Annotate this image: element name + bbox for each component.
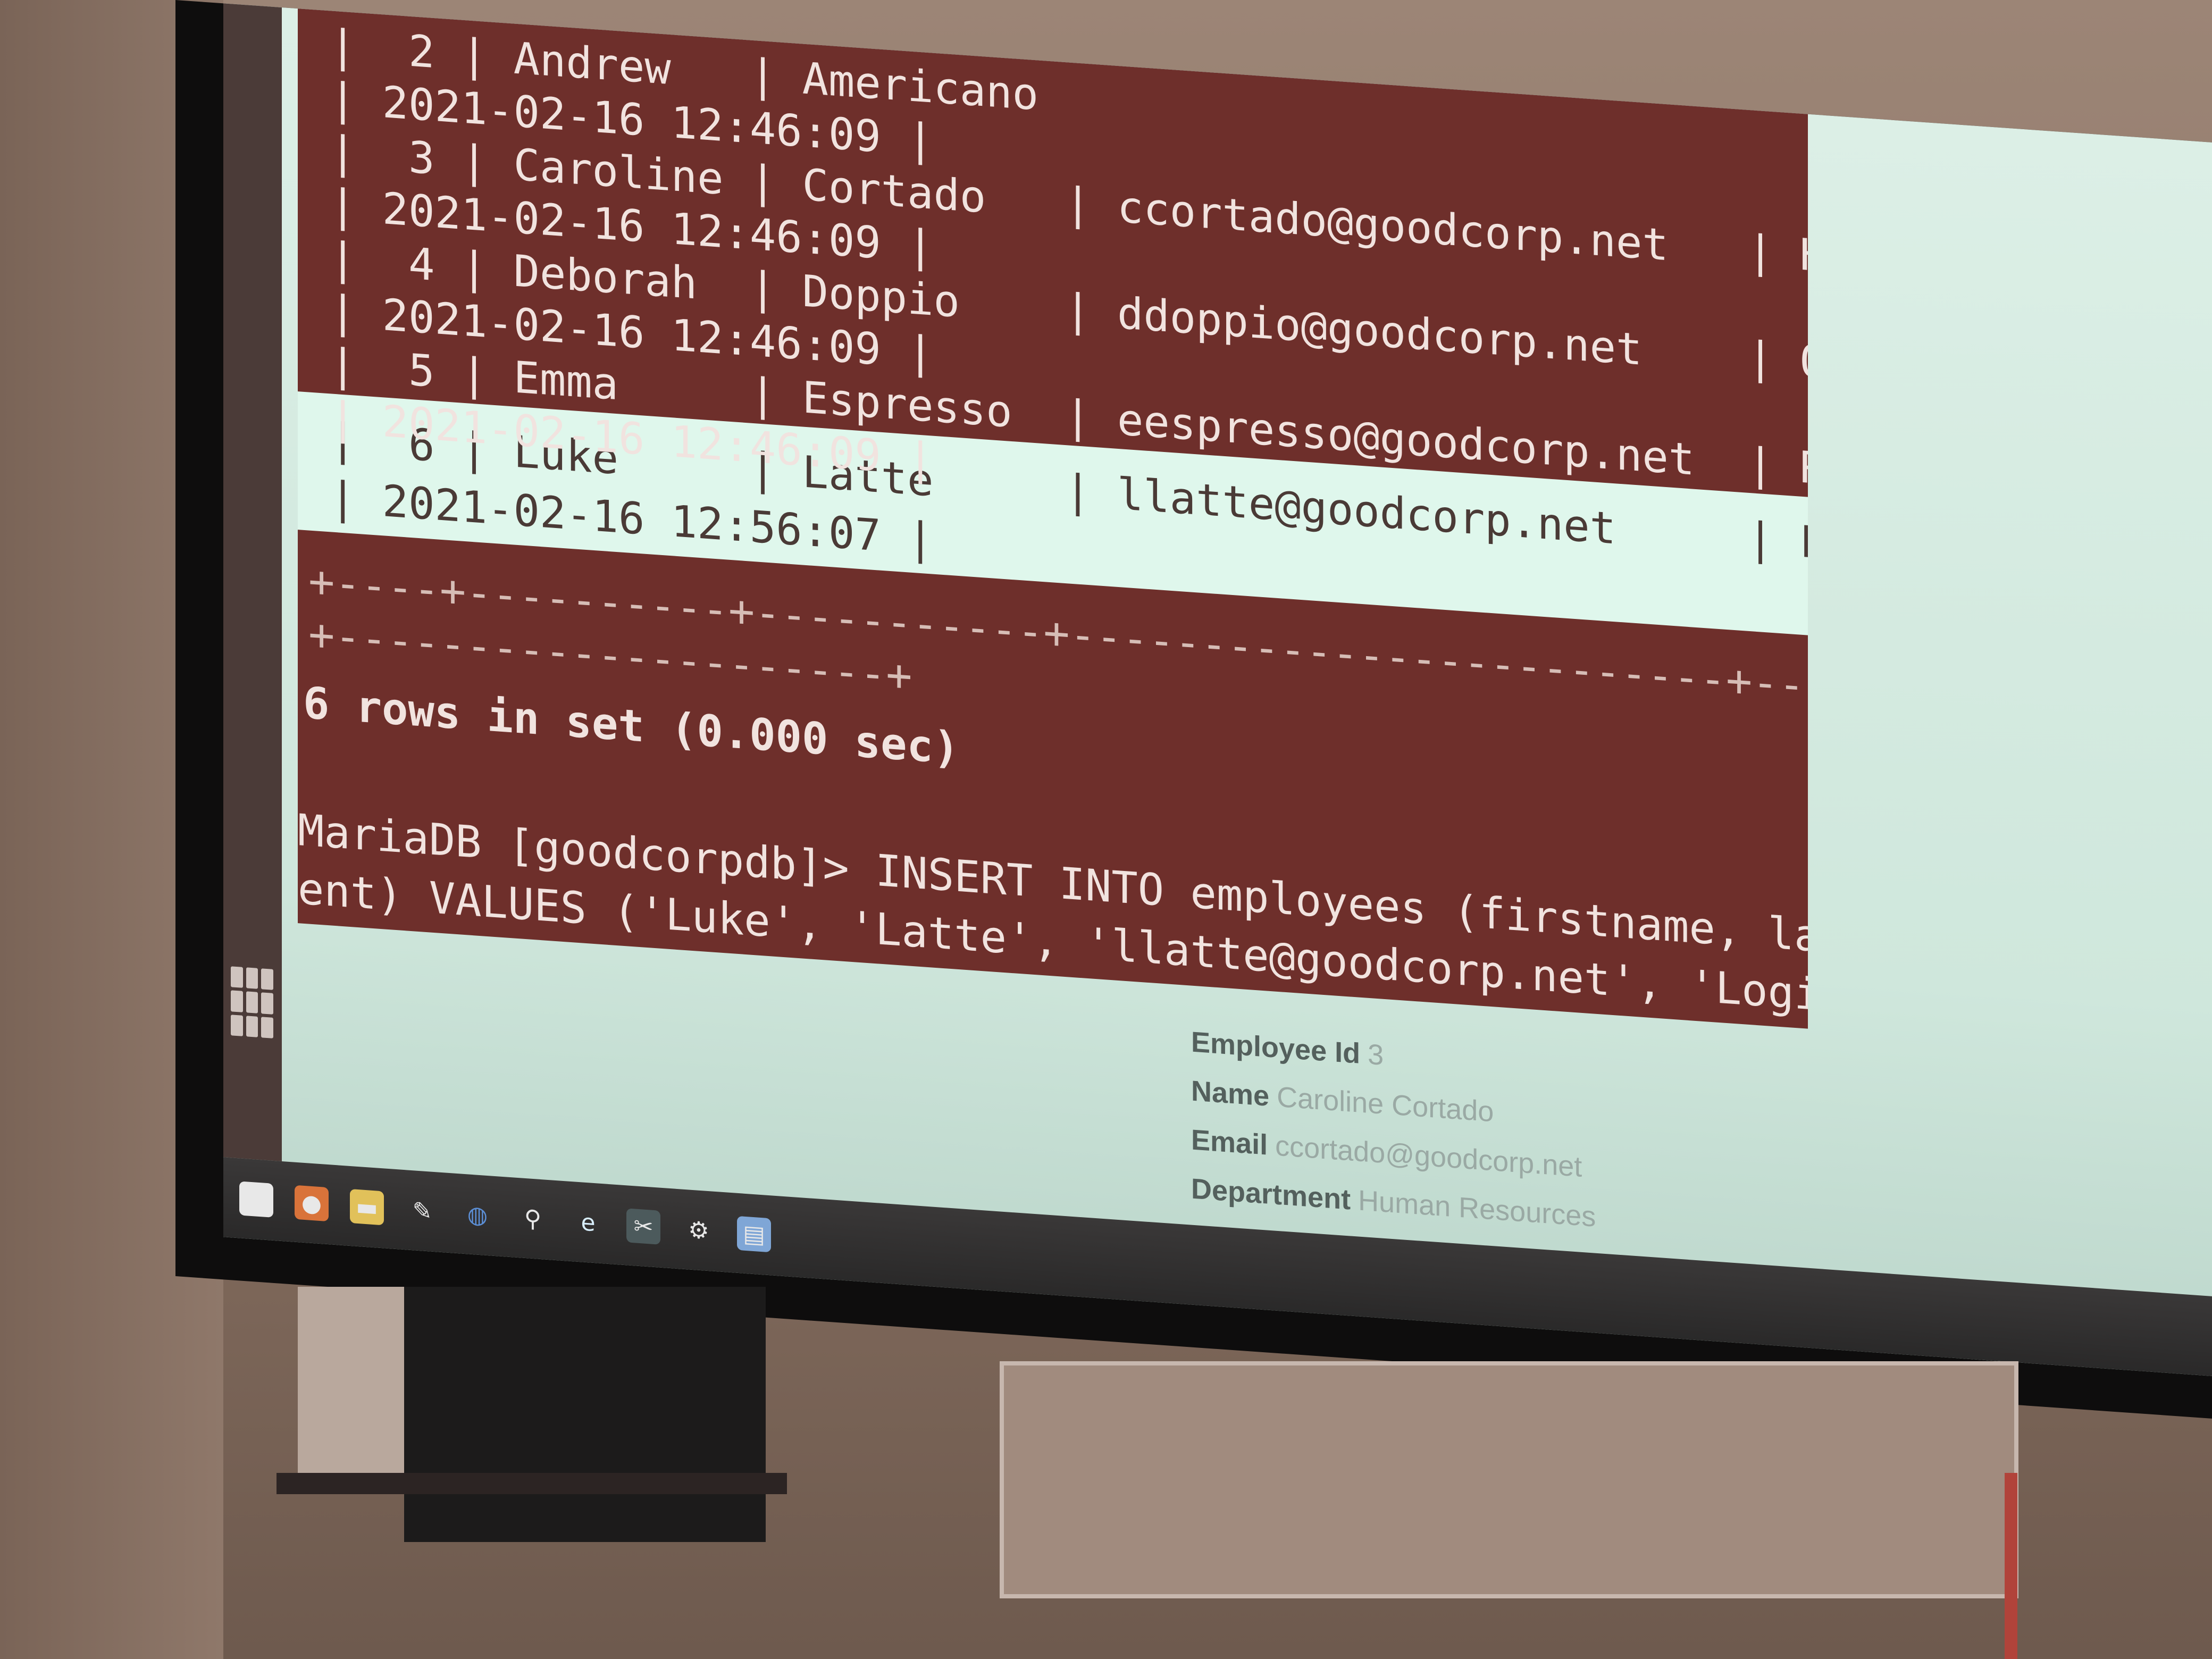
projector-screen: | 2 | Andrew | Americano | 2021-02-16 12… (175, 0, 2212, 1419)
desktop: | 2 | Andrew | Americano | 2021-02-16 12… (223, 3, 2212, 1376)
employee-dept-label: Department (1191, 1172, 1351, 1216)
employee-dept-value: Human Resources (1358, 1184, 1596, 1233)
employee-id-label: Employee Id (1191, 1026, 1361, 1070)
employee-name-label: Name (1191, 1075, 1270, 1112)
edge-icon[interactable]: e (571, 1204, 605, 1241)
employee-name-value: Caroline Cortado (1277, 1080, 1494, 1128)
terminal-window[interactable]: | 2 | Andrew | Americano | 2021-02-16 12… (298, 9, 1808, 1029)
stand-base (276, 1473, 787, 1494)
employee-details: Employee Id 3 Name Caroline Cortado Email c… (1191, 1018, 1596, 1242)
start-icon[interactable] (239, 1181, 273, 1218)
pin-icon[interactable]: ⚲ (516, 1201, 550, 1237)
globe-icon[interactable]: ◍ (460, 1196, 495, 1233)
red-cable (2005, 1473, 2017, 1659)
tools-icon[interactable]: ✂ (626, 1208, 660, 1245)
settings-icon[interactable]: ⚙ (682, 1212, 716, 1249)
apps-grid-icon[interactable] (231, 966, 273, 1038)
wall-panel (1000, 1361, 2018, 1598)
wall-shadow (298, 1287, 404, 1473)
feather-icon[interactable]: ✎ (405, 1193, 439, 1229)
employee-email-label: Email (1191, 1124, 1268, 1161)
document-icon[interactable]: ▤ (737, 1216, 771, 1253)
left-panel (223, 3, 282, 1161)
screen-stand (404, 1287, 766, 1542)
employee-id-value: 3 (1368, 1038, 1384, 1071)
folder-icon[interactable]: ▬ (350, 1188, 384, 1226)
firefox-icon[interactable]: ● (295, 1185, 329, 1222)
